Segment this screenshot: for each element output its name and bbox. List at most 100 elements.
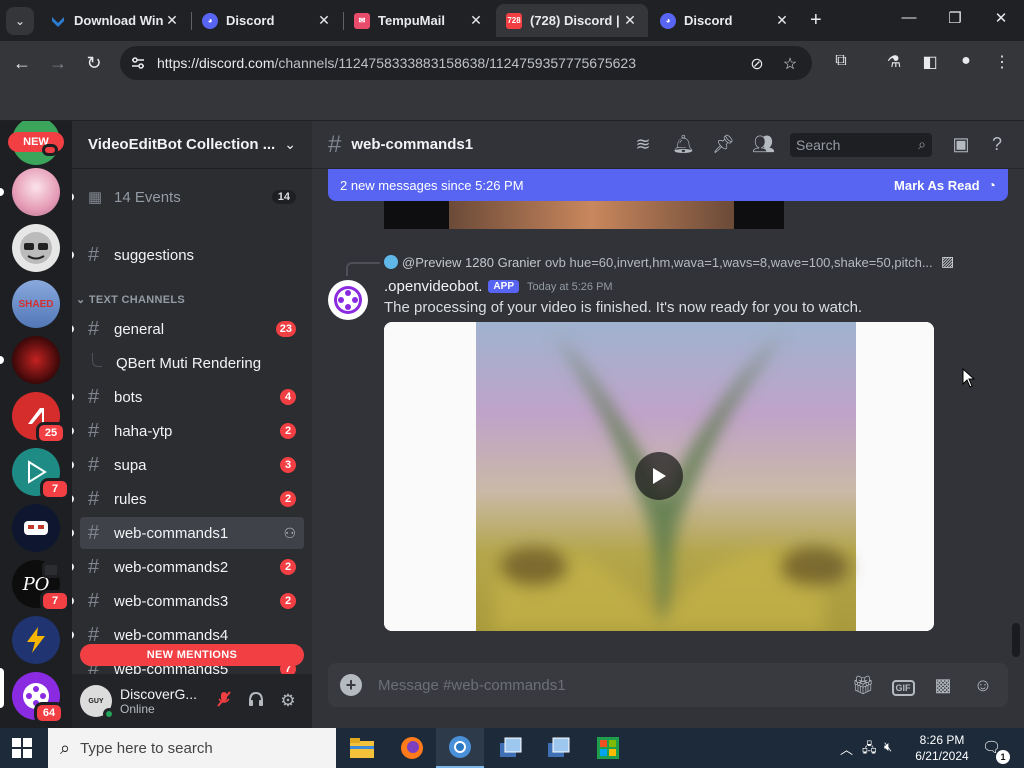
- member-list-icon[interactable]: 👥︎: [752, 134, 775, 155]
- restore-icon[interactable]: ❐: [943, 9, 967, 27]
- reload-icon[interactable]: ↻: [82, 52, 106, 74]
- channel-supa[interactable]: # supa 3: [80, 449, 304, 481]
- server-icon-shaed[interactable]: SHAED: [12, 280, 60, 328]
- inbox-icon[interactable]: ▣: [950, 134, 972, 155]
- thread-connector: [92, 353, 102, 367]
- notification-bell-icon[interactable]: 🔔︎: [672, 134, 695, 155]
- settings-gear-icon[interactable]: ⚙: [272, 691, 304, 711]
- server-icon-glasses[interactable]: [12, 224, 60, 272]
- server-icon-bolt[interactable]: [12, 616, 60, 664]
- system-clock[interactable]: 8:26 PM 6/21/2024: [912, 732, 972, 764]
- more-menu-icon[interactable]: ⋮: [991, 52, 1013, 72]
- firefox-icon[interactable]: [388, 728, 436, 768]
- network-icon[interactable]: 🖧︎: [862, 739, 877, 761]
- file-explorer-icon[interactable]: [338, 728, 386, 768]
- mention-badge: 2: [280, 423, 296, 439]
- sticker-icon[interactable]: ▩: [930, 675, 956, 696]
- close-tab-icon[interactable]: ✕: [316, 12, 332, 29]
- app-window-icon[interactable]: [486, 728, 534, 768]
- back-arrow-icon[interactable]: ←: [10, 52, 34, 74]
- server-icon-anime[interactable]: [12, 168, 60, 216]
- close-tab-icon[interactable]: ✕: [468, 12, 484, 29]
- thread-qbert[interactable]: QBert Muti Rendering: [108, 347, 304, 379]
- profile-icon[interactable]: ●: [955, 52, 977, 70]
- tab-tempumail[interactable]: ✉ TempuMail ✕: [344, 4, 494, 37]
- add-attachment-button[interactable]: +: [340, 674, 362, 696]
- tab-download-win[interactable]: Download Win ✕: [40, 4, 190, 37]
- channel-web-commands2[interactable]: # web-commands2 2: [80, 551, 304, 583]
- video-player[interactable]: [384, 322, 934, 631]
- unread-badge: [42, 144, 58, 156]
- channel-web-commands1[interactable]: # web-commands1 ⚇: [80, 517, 304, 549]
- mouse-cursor-icon: [962, 368, 976, 388]
- tab-discord-active[interactable]: 728 (728) Discord | ✕: [496, 4, 648, 37]
- channel-general[interactable]: # general 23: [80, 313, 304, 345]
- url-field[interactable]: https://discord.com/channels/11247583338…: [120, 46, 812, 80]
- message-input[interactable]: Message #web-commands1: [378, 677, 836, 694]
- site-settings-icon[interactable]: [130, 55, 146, 71]
- channel-suggestions[interactable]: # suggestions: [80, 239, 304, 271]
- help-icon[interactable]: ?: [986, 134, 1008, 155]
- chrome-icon[interactable]: [436, 728, 484, 768]
- store-icon[interactable]: [584, 728, 632, 768]
- channel-bots[interactable]: # bots 4: [80, 381, 304, 413]
- labs-flask-icon[interactable]: ⚗: [883, 52, 905, 72]
- channel-web-commands3[interactable]: # web-commands3 2: [80, 585, 304, 617]
- message-composer: + Message #web-commands1 🎁︎ GIF ▩ ☺: [328, 663, 1008, 707]
- play-icon: [653, 468, 666, 484]
- extensions-icon[interactable]: ⧉: [830, 52, 852, 70]
- forward-arrow-icon[interactable]: →: [46, 52, 70, 74]
- search-icon: ⌕: [60, 737, 71, 758]
- app-window-icon[interactable]: [534, 728, 582, 768]
- play-button[interactable]: [635, 452, 683, 500]
- channel-haha-ytp[interactable]: # haha-ytp 2: [80, 415, 304, 447]
- unread-pill: [0, 356, 4, 364]
- windows-start-icon[interactable]: [12, 738, 32, 758]
- category-text-channels[interactable]: ⌄ TEXT CHANNELS: [76, 293, 185, 306]
- mark-as-read-button[interactable]: Mark As Read: [894, 178, 980, 193]
- unread-indicator: [72, 529, 74, 537]
- eye-off-icon[interactable]: ⊘: [747, 54, 767, 74]
- unread-indicator: [72, 393, 74, 401]
- gift-icon[interactable]: 🎁︎: [850, 675, 876, 696]
- close-window-icon[interactable]: ✕: [989, 9, 1013, 27]
- emoji-icon[interactable]: ☺: [970, 675, 996, 696]
- mute-mic-icon[interactable]: [208, 690, 240, 713]
- hash-icon: #: [88, 243, 100, 266]
- mention-badge: 2: [280, 559, 296, 575]
- scrollbar-thumb[interactable]: [1012, 623, 1020, 657]
- server-icon-face[interactable]: [12, 504, 60, 552]
- avatar[interactable]: [328, 280, 368, 320]
- volume-muted-icon[interactable]: 🔇︎: [884, 739, 892, 755]
- gif-button[interactable]: GIF: [890, 675, 916, 696]
- server-icon-red[interactable]: [12, 336, 60, 384]
- threads-icon[interactable]: ≋: [632, 134, 654, 155]
- pin-icon[interactable]: 📌︎: [712, 134, 735, 155]
- taskbar-search-input[interactable]: ⌕ Type here to search: [48, 728, 336, 768]
- new-tab-plus-icon[interactable]: +: [810, 10, 822, 30]
- search-input[interactable]: Search ⌕: [790, 132, 932, 157]
- guild-header[interactable]: VideoEditBot Collection ... ⌄: [72, 121, 312, 169]
- minimize-icon[interactable]: —: [897, 9, 921, 26]
- new-messages-bar[interactable]: 2 new messages since 5:26 PM Mark As Rea…: [328, 169, 1008, 201]
- headphones-icon[interactable]: [240, 690, 272, 713]
- events-item[interactable]: ▦ 14 Events 14: [80, 181, 304, 213]
- close-tab-icon[interactable]: ✕: [622, 12, 638, 29]
- user-info[interactable]: DiscoverG... Online: [120, 686, 208, 716]
- avatar[interactable]: GUY: [80, 685, 115, 720]
- message-author[interactable]: .openvideobot.: [384, 278, 482, 295]
- new-mentions-button[interactable]: NEW MENTIONS: [80, 644, 304, 666]
- tab-search-chevron-icon[interactable]: ⌄: [6, 7, 34, 35]
- online-status-dot: [103, 708, 115, 720]
- side-panel-icon[interactable]: ◧: [919, 52, 941, 72]
- add-member-icon[interactable]: ⚇: [283, 525, 296, 542]
- tab-discord-1[interactable]: ◕ Discord ✕: [192, 4, 342, 37]
- show-hidden-icons-chevron-icon[interactable]: ︿: [840, 739, 853, 758]
- previous-video-embed[interactable]: [384, 201, 784, 229]
- close-tab-icon[interactable]: ✕: [164, 12, 180, 29]
- channel-rules[interactable]: # rules 2: [80, 483, 304, 515]
- close-tab-icon[interactable]: ✕: [774, 12, 790, 29]
- bookmark-star-icon[interactable]: ☆: [780, 54, 800, 74]
- reply-preview[interactable]: @Preview 1280 Granier ovb hue=60,invert,…: [384, 253, 964, 271]
- tab-discord-2[interactable]: ◕ Discord ✕: [650, 4, 800, 37]
